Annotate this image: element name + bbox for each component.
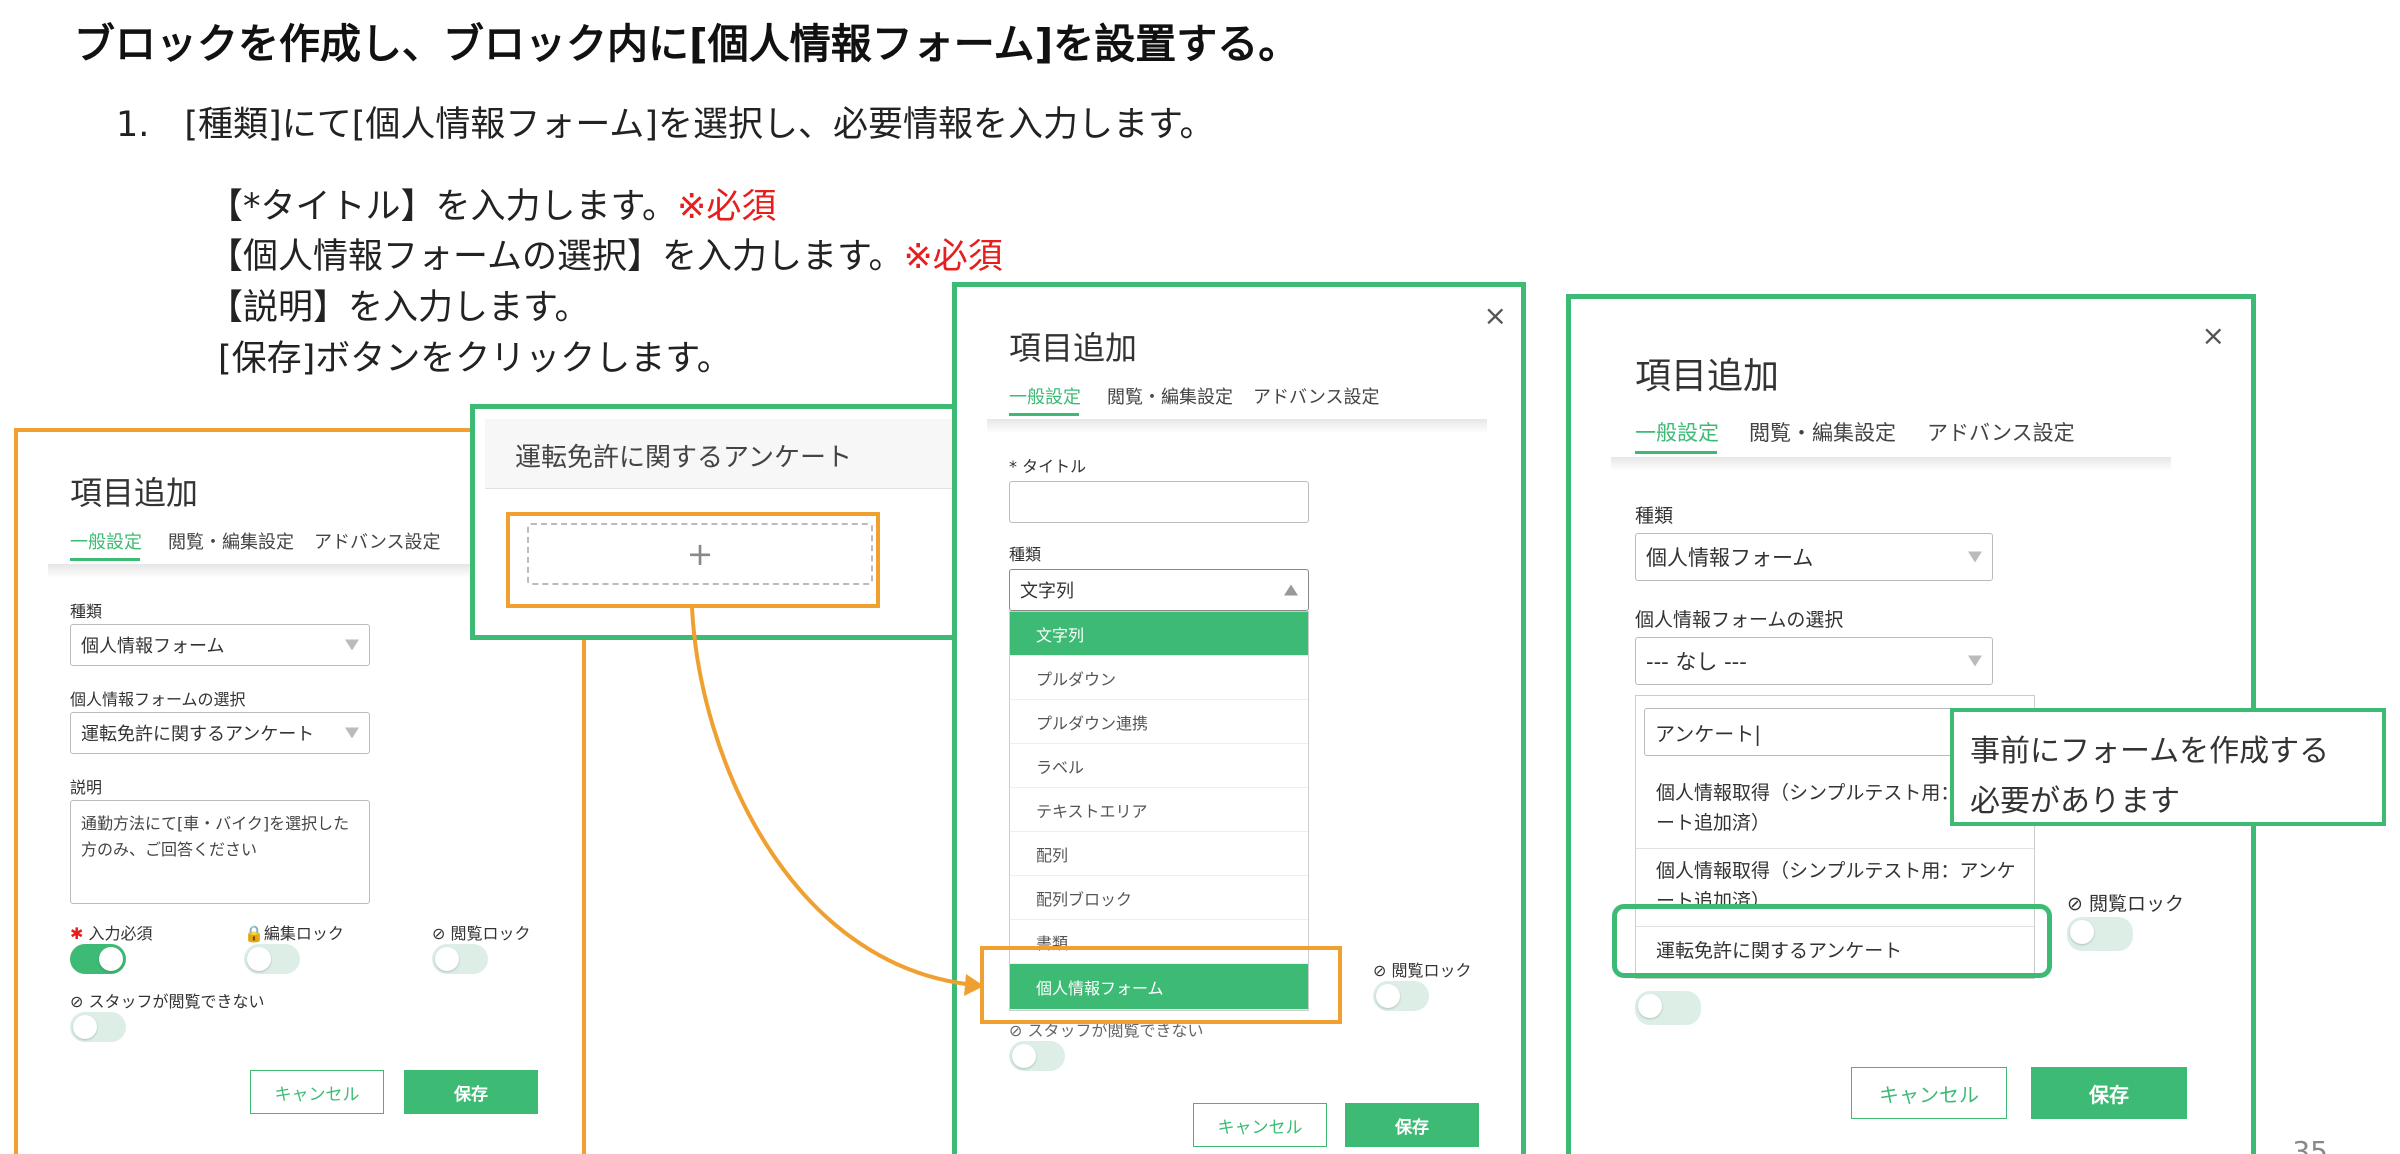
form-select-value: --- なし --- xyxy=(1646,650,1747,674)
note-line-1: 事前にフォームを作成する xyxy=(1970,734,2330,769)
type-label: 種類 xyxy=(1635,505,1674,527)
tab-advanced[interactable]: アドバンス設定 xyxy=(1927,417,2075,447)
close-icon[interactable]: × xyxy=(2202,319,2225,352)
form-select-label: 個人情報フォームの選択 xyxy=(1635,609,1844,631)
tab-view-edit[interactable]: 閲覧・編集設定 xyxy=(1749,417,1896,447)
staff-hidden-toggle[interactable] xyxy=(1635,991,1701,1025)
note-line-2: 必要があります xyxy=(1970,784,2180,819)
result-divider xyxy=(1636,848,2034,849)
dialog-title: 項目追加 xyxy=(1635,356,1780,397)
highlight-driving-license-result xyxy=(1612,904,2052,978)
tab-divider xyxy=(1611,457,2171,471)
eye-slash-icon: ⊘ xyxy=(2067,893,2083,915)
note-callout: 事前にフォームを作成する 必要があります xyxy=(1950,708,2386,826)
type-select-value: 個人情報フォーム xyxy=(1646,546,1814,570)
chevron-down-icon xyxy=(1968,655,1982,667)
type-select[interactable]: 個人情報フォーム xyxy=(1635,533,1993,581)
view-lock-label: ⊘ 閲覧ロック xyxy=(2067,893,2184,915)
save-button[interactable]: 保存 xyxy=(2031,1067,2187,1119)
chevron-down-icon xyxy=(1968,551,1982,563)
form-select[interactable]: --- なし --- xyxy=(1635,637,1993,685)
tab-general[interactable]: 一般設定 xyxy=(1635,417,1719,447)
tab-active-indicator xyxy=(1635,451,1717,454)
page-number: 35 xyxy=(2292,1135,2328,1154)
view-lock-toggle[interactable] xyxy=(2067,917,2133,951)
cancel-button[interactable]: キャンセル xyxy=(1851,1067,2007,1119)
